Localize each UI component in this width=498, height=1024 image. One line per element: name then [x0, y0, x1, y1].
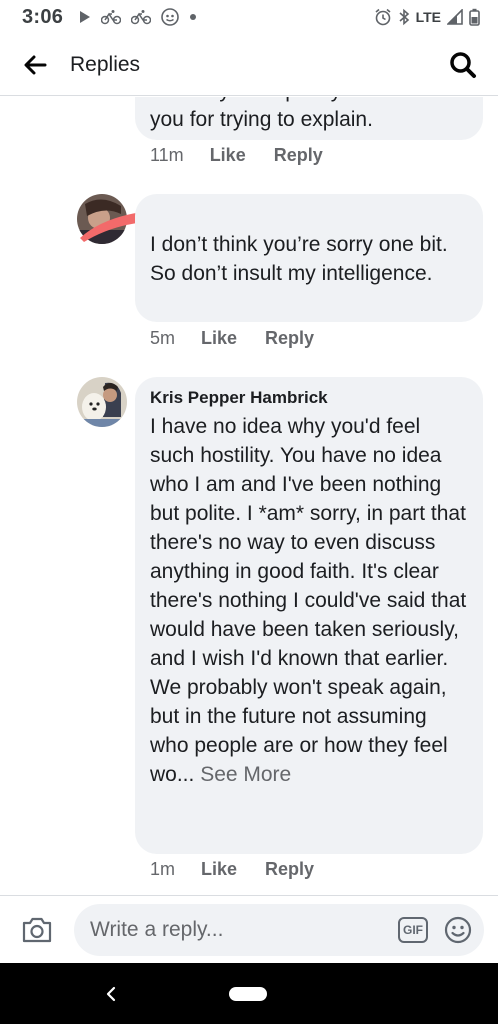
- like-button[interactable]: Like: [210, 145, 246, 166]
- app-face-icon: [161, 8, 180, 26]
- system-icons: LTE: [374, 8, 480, 26]
- back-button[interactable]: [0, 34, 70, 96]
- like-button[interactable]: Like: [201, 859, 237, 880]
- play-icon: [80, 11, 91, 23]
- emoji-button[interactable]: [444, 916, 472, 944]
- avatar[interactable]: [77, 377, 127, 427]
- app-bar: Replies: [0, 34, 498, 96]
- smiley-icon: [444, 916, 472, 943]
- comment-text: I have no idea why you'd feel such hosti…: [150, 412, 467, 789]
- arrow-left-icon: [24, 55, 47, 74]
- comment-time: 11m: [150, 145, 184, 165]
- like-button[interactable]: Like: [201, 328, 237, 349]
- signal-icon: [447, 9, 463, 25]
- system-nav-bar: [0, 963, 498, 1024]
- reply-input[interactable]: Write a reply... GIF: [74, 903, 484, 956]
- comment-time: 5m: [150, 328, 176, 348]
- dot-icon: [190, 14, 197, 20]
- status-time: 3:06: [22, 5, 64, 28]
- comment-author[interactable]: Kris Pepper Hambrick: [150, 386, 467, 410]
- comment-body: I have no idea why you'd feel such hosti…: [150, 415, 467, 786]
- nav-back-button[interactable]: [98, 981, 124, 1007]
- gif-button[interactable]: GIF: [398, 916, 428, 943]
- battery-icon: [469, 8, 480, 26]
- page-title: Replies: [70, 52, 141, 76]
- reply-button[interactable]: Reply: [265, 859, 314, 880]
- comment-meta: 5m Like Reply: [150, 328, 342, 349]
- comment-bubble[interactable]: I don’t think you’re sorry one bit. So d…: [135, 194, 483, 322]
- comment-bubble[interactable]: Kris Pepper Hambrick I have no idea why …: [135, 377, 483, 854]
- avatar-image: [77, 377, 127, 427]
- comment-bubble[interactable]: I'm sorry I've upset you. Thank you for …: [135, 97, 483, 140]
- comment-text: I don’t think you’re sorry one bit. So d…: [150, 233, 448, 285]
- reply-placeholder: Write a reply...: [90, 917, 224, 941]
- reply-button[interactable]: Reply: [265, 328, 314, 349]
- camera-icon: [22, 917, 52, 942]
- comment-meta: 11m Like Reply: [150, 145, 351, 166]
- cycling-icon: [101, 10, 122, 25]
- comment-meta: 1m Like Reply: [150, 859, 342, 880]
- network-type: LTE: [415, 9, 441, 25]
- search-button[interactable]: [428, 34, 498, 96]
- comment-time: 1m: [150, 859, 176, 879]
- notification-icons: [79, 8, 197, 26]
- comment-text: you for trying to explain.: [150, 108, 373, 131]
- chevron-left-icon: [106, 986, 116, 1002]
- see-more-link[interactable]: See More: [200, 763, 291, 786]
- reply-button[interactable]: Reply: [274, 145, 323, 166]
- reply-composer: Write a reply... GIF: [0, 895, 498, 963]
- bluetooth-icon: [399, 8, 409, 26]
- nav-home-pill[interactable]: [229, 987, 267, 1001]
- camera-button[interactable]: [0, 896, 74, 964]
- search-icon: [450, 51, 476, 78]
- status-bar: 3:06 LTE: [0, 0, 498, 34]
- replies-list: I'm sorry I've upset you. Thank you for …: [0, 97, 498, 895]
- alarm-icon: [375, 8, 391, 26]
- cycling-icon-2: [131, 10, 152, 25]
- comment-text-cropped: I'm sorry I've upset you. Thank: [150, 97, 467, 105]
